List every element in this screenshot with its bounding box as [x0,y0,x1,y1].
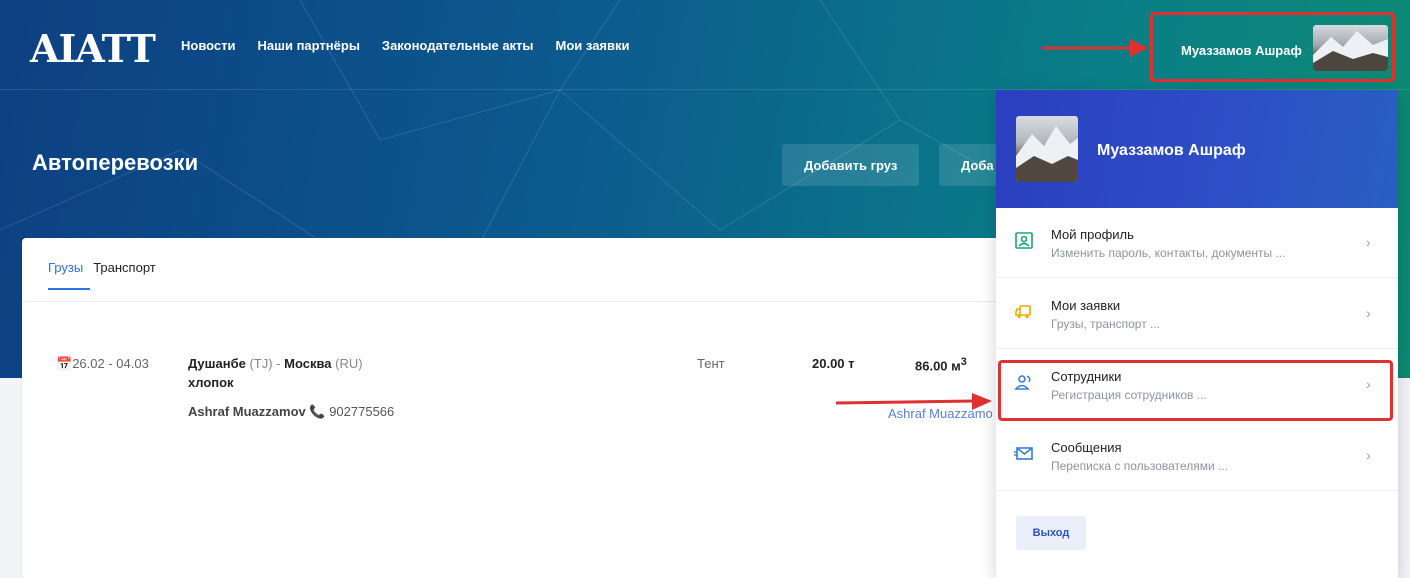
main-nav: Новости Наши партнёры Законодательные ак… [181,38,630,53]
to-country: (RU) [335,356,363,371]
dropdown-avatar [1016,116,1078,182]
mountain-photo [1313,31,1388,71]
annotation-highlight-employees [998,360,1393,421]
to-city: Москва [284,356,332,371]
top-navigation-bar: AIATT Новости Наши партнёры Законодатель… [0,0,1410,90]
chevron-right-icon: › [1366,447,1371,463]
menu-item-subtitle: Грузы, транспорт ... [1051,317,1161,331]
logout-button[interactable]: Выход [1016,516,1086,550]
truck-icon [1015,305,1031,319]
menu-item-subtitle: Изменить пароль, контакты, документы ... [1051,246,1286,260]
annotation-arrow-employees [835,393,992,410]
envelope-icon [1014,447,1033,460]
menu-item-title: Мои заявки [1051,298,1121,313]
listing-tabs: Грузы Транспорт [48,260,156,290]
body-type: Тент [697,356,725,371]
from-country: (TJ) [249,356,273,371]
chevron-right-icon: › [1366,234,1371,250]
contact-name: Ashraf Muazzamov [188,404,306,419]
profile-icon [1015,232,1033,249]
page-title: Автоперевозки [32,150,199,175]
calendar-icon: 📅 [56,356,73,371]
contact-phone[interactable]: 902775566 [329,404,394,419]
cargo-volume: 86.00 м3 [915,356,967,373]
menu-item-subtitle: Переписка с пользователями ... [1051,459,1228,473]
volume-value: 86.00 м [915,358,961,374]
nav-my-requests[interactable]: Мои заявки [556,38,630,53]
menu-item-title: Сообщения [1051,440,1122,455]
user-menu-toggle[interactable]: Муаззамов Ашраф [1150,12,1395,82]
from-city: Душанбе [188,356,246,371]
goods-name: хлопок [188,375,234,390]
menu-item-my-requests[interactable]: Мои заявки Грузы, транспорт ... › [996,279,1398,349]
nav-legal-acts[interactable]: Законодательные акты [382,38,534,53]
dropdown-user-name: Муаззамов Ашраф [1097,142,1246,159]
menu-item-title: Мой профиль [1051,227,1134,242]
add-transport-button[interactable]: Доба [939,144,999,186]
nav-partners[interactable]: Наши партнёры [258,38,360,53]
route-separator: - [272,356,285,371]
table-row[interactable]: 📅26.02 - 04.03 Душанбе (TJ) - Москва (RU… [22,348,1132,428]
route: Душанбе (TJ) - Москва (RU) [188,356,363,371]
volume-unit-sup: 3 [960,356,967,368]
contact: Ashraf Muazzamov 📞 902775566 [188,404,394,420]
menu-item-profile[interactable]: Мой профиль Изменить пароль, контакты, д… [996,208,1398,278]
site-logo[interactable]: AIATT [30,26,156,71]
cargo-weight: 20.00 т [812,356,855,371]
user-name[interactable]: Муаззамов Ашраф [1181,43,1302,58]
phone-icon: 📞 [309,404,326,419]
tabs-divider [22,301,1132,302]
annotation-arrow-top [1042,39,1148,57]
chevron-right-icon: › [1366,305,1371,321]
tab-cargo[interactable]: Грузы [48,260,91,290]
menu-item-messages[interactable]: Сообщения Переписка с пользователями ...… [996,421,1398,491]
listing-date: 📅26.02 - 04.03 [56,356,149,372]
date-range: 26.02 - 04.03 [72,356,149,371]
avatar[interactable] [1313,25,1388,71]
mountain-photo [1016,126,1078,182]
tab-transport[interactable]: Транспорт [93,260,156,275]
add-cargo-button[interactable]: Добавить груз [782,144,920,186]
nav-news[interactable]: Новости [181,38,236,53]
dropdown-header: Муаззамов Ашраф [996,90,1398,208]
user-dropdown-menu: Муаззамов Ашраф Мой профиль Изменить пар… [996,90,1398,578]
